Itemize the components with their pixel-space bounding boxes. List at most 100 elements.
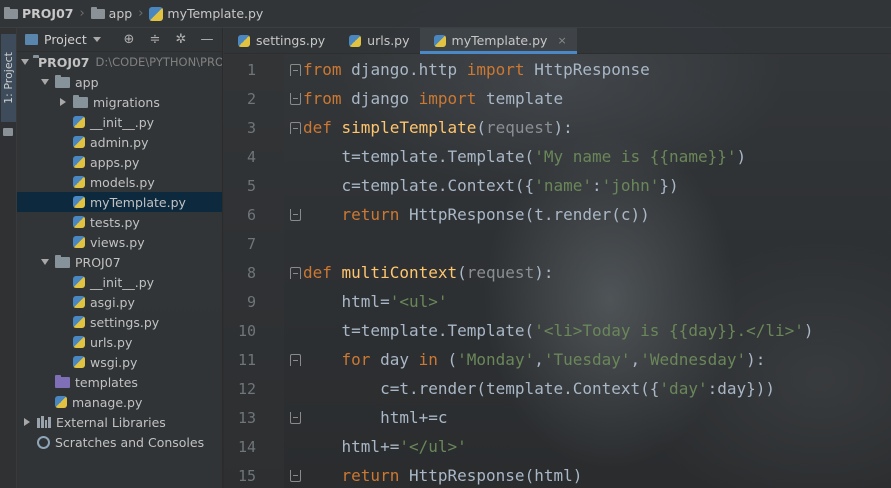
code-token: import — [418, 89, 487, 108]
code-token: ): — [553, 118, 573, 137]
fold-end-icon[interactable] — [290, 470, 301, 482]
tool-window-stripe: 1: Project — [0, 28, 17, 488]
tree-item[interactable]: __init__.py — [17, 272, 222, 292]
project-view-label: Project — [44, 32, 87, 47]
code-token: ( — [447, 350, 458, 369]
breadcrumb-folder[interactable]: app — [90, 6, 133, 21]
code-token: , — [534, 350, 544, 369]
code-token: def — [303, 263, 342, 282]
breadcrumb-separator: › — [79, 6, 85, 21]
tree-item-label: __init__.py — [90, 274, 155, 290]
tree-toggle[interactable] — [21, 59, 29, 65]
breadcrumb-project-label: PROJ07 — [22, 6, 74, 21]
tree-toggle[interactable] — [21, 418, 33, 426]
fold-end-icon[interactable] — [290, 93, 301, 105]
code-token: HttpResponse(html) — [408, 466, 583, 485]
tree-item[interactable]: migrations — [17, 92, 222, 112]
code-token: t=template.Template( — [303, 321, 535, 340]
tree-item[interactable]: asgi.py — [17, 292, 222, 312]
tree-toggle[interactable] — [39, 259, 51, 265]
fold-end-icon[interactable] — [290, 412, 301, 424]
line-number: 14 — [237, 437, 256, 456]
fold-end-icon[interactable] — [290, 209, 301, 221]
tree-item[interactable]: admin.py — [17, 132, 222, 152]
tree-item[interactable]: __init__.py — [17, 112, 222, 132]
code-token: def — [303, 118, 342, 137]
tree-item[interactable]: tests.py — [17, 212, 222, 232]
project-tree: PROJ07 D:\CODE\PYTHON\PROJ07 app migrations… — [17, 52, 222, 452]
project-tool-window-tab[interactable]: 1: Project — [1, 34, 16, 122]
breadcrumb-file[interactable]: myTemplate.py — [149, 6, 263, 21]
tree-item[interactable]: manage.py — [17, 392, 222, 412]
line-number: 4 — [246, 147, 256, 166]
tree-item[interactable]: myTemplate.py — [17, 192, 222, 212]
tree-item[interactable]: wsgi.py — [17, 352, 222, 372]
tree-item[interactable]: settings.py — [17, 312, 222, 332]
code-token: HttpResponse — [534, 60, 650, 79]
tree-item[interactable]: views.py — [17, 232, 222, 252]
project-view-selector[interactable]: Project — [25, 32, 101, 47]
python-file-icon — [433, 34, 446, 47]
breadcrumb-project[interactable]: PROJ07 — [4, 6, 73, 21]
tree-item[interactable]: templates — [17, 372, 222, 392]
tree-item[interactable]: Scratches and Consoles — [17, 432, 222, 452]
tree-toggle[interactable] — [39, 79, 51, 85]
code-token: return — [303, 466, 409, 485]
folder-icon[interactable] — [3, 128, 13, 136]
collapse-all-icon[interactable]: ≑ — [148, 32, 162, 47]
code-token: day — [380, 350, 419, 369]
tree-item[interactable]: apps.py — [17, 152, 222, 172]
chevron-down-icon — [92, 37, 101, 42]
expand-arrow-icon — [41, 259, 49, 265]
line-number: 15 — [237, 466, 256, 485]
locate-target-icon[interactable]: ⊕ — [122, 32, 136, 47]
breadcrumb-folder-label: app — [108, 6, 133, 21]
templates-folder-icon — [55, 374, 70, 388]
code-token: ) — [736, 147, 747, 166]
tree-item[interactable]: models.py — [17, 172, 222, 192]
code-token: :day})) — [707, 379, 776, 398]
code-token: from — [303, 89, 352, 108]
fold-start-icon[interactable] — [290, 267, 301, 279]
python-file-icon — [73, 316, 85, 328]
fold-start-icon[interactable] — [290, 64, 301, 76]
tree-item[interactable]: app — [17, 72, 222, 92]
python-file-icon — [73, 176, 85, 188]
expand-arrow-icon — [41, 79, 49, 85]
tree-item[interactable]: External Libraries — [17, 412, 222, 432]
editor-tab[interactable]: myTemplate.py × — [419, 28, 577, 54]
code-editor[interactable]: 1 from django.http import HttpResponse 2 fr… — [224, 55, 891, 488]
code-line: 4 t=template.Template('My name is {{name… — [224, 142, 891, 171]
tree-item-label: Scratches and Consoles — [55, 434, 205, 450]
folder-icon — [55, 74, 70, 88]
editor-tab[interactable]: settings.py — [224, 28, 335, 53]
fold-start-icon[interactable] — [290, 354, 301, 366]
tree-item[interactable]: urls.py — [17, 332, 222, 352]
gear-icon[interactable]: ✲ — [174, 32, 188, 47]
tree-toggle[interactable] — [57, 98, 69, 106]
tree-item-label: asgi.py — [90, 294, 135, 310]
line-number: 5 — [246, 176, 256, 195]
tree-item-label: settings.py — [90, 314, 160, 330]
collapse-arrow-icon — [24, 418, 30, 426]
tree-item[interactable]: PROJ07 — [17, 252, 222, 272]
tree-item[interactable]: PROJ07 D:\CODE\PYTHON\PROJ07 — [17, 52, 222, 72]
editor-tab-label: urls.py — [367, 33, 410, 48]
line-number: 13 — [237, 408, 256, 427]
hide-panel-icon[interactable]: — — [200, 32, 214, 47]
project-path: D:\CODE\PYTHON\PROJ07 — [95, 55, 222, 69]
fold-start-icon[interactable] — [290, 122, 301, 134]
close-icon[interactable]: × — [557, 34, 566, 47]
code-token: html+=c — [303, 408, 448, 427]
code-token: 'Tuesday' — [543, 350, 631, 369]
code-line: 12 c=t.render(template.Context({'day':da… — [224, 374, 891, 403]
code-token: html= — [303, 292, 390, 311]
editor-tab-label: myTemplate.py — [451, 33, 548, 48]
code-token: in — [418, 350, 448, 369]
editor-tab[interactable]: urls.py — [335, 28, 419, 53]
code-token: 'My name is {{name}}' — [534, 147, 737, 166]
code-line: 10 t=template.Template('<li>Today is {{d… — [224, 316, 891, 345]
code-line: 7 — [224, 229, 891, 258]
code-line: 1 from django.http import HttpResponse — [224, 55, 891, 84]
code-token: 'Wednesday' — [640, 350, 747, 369]
